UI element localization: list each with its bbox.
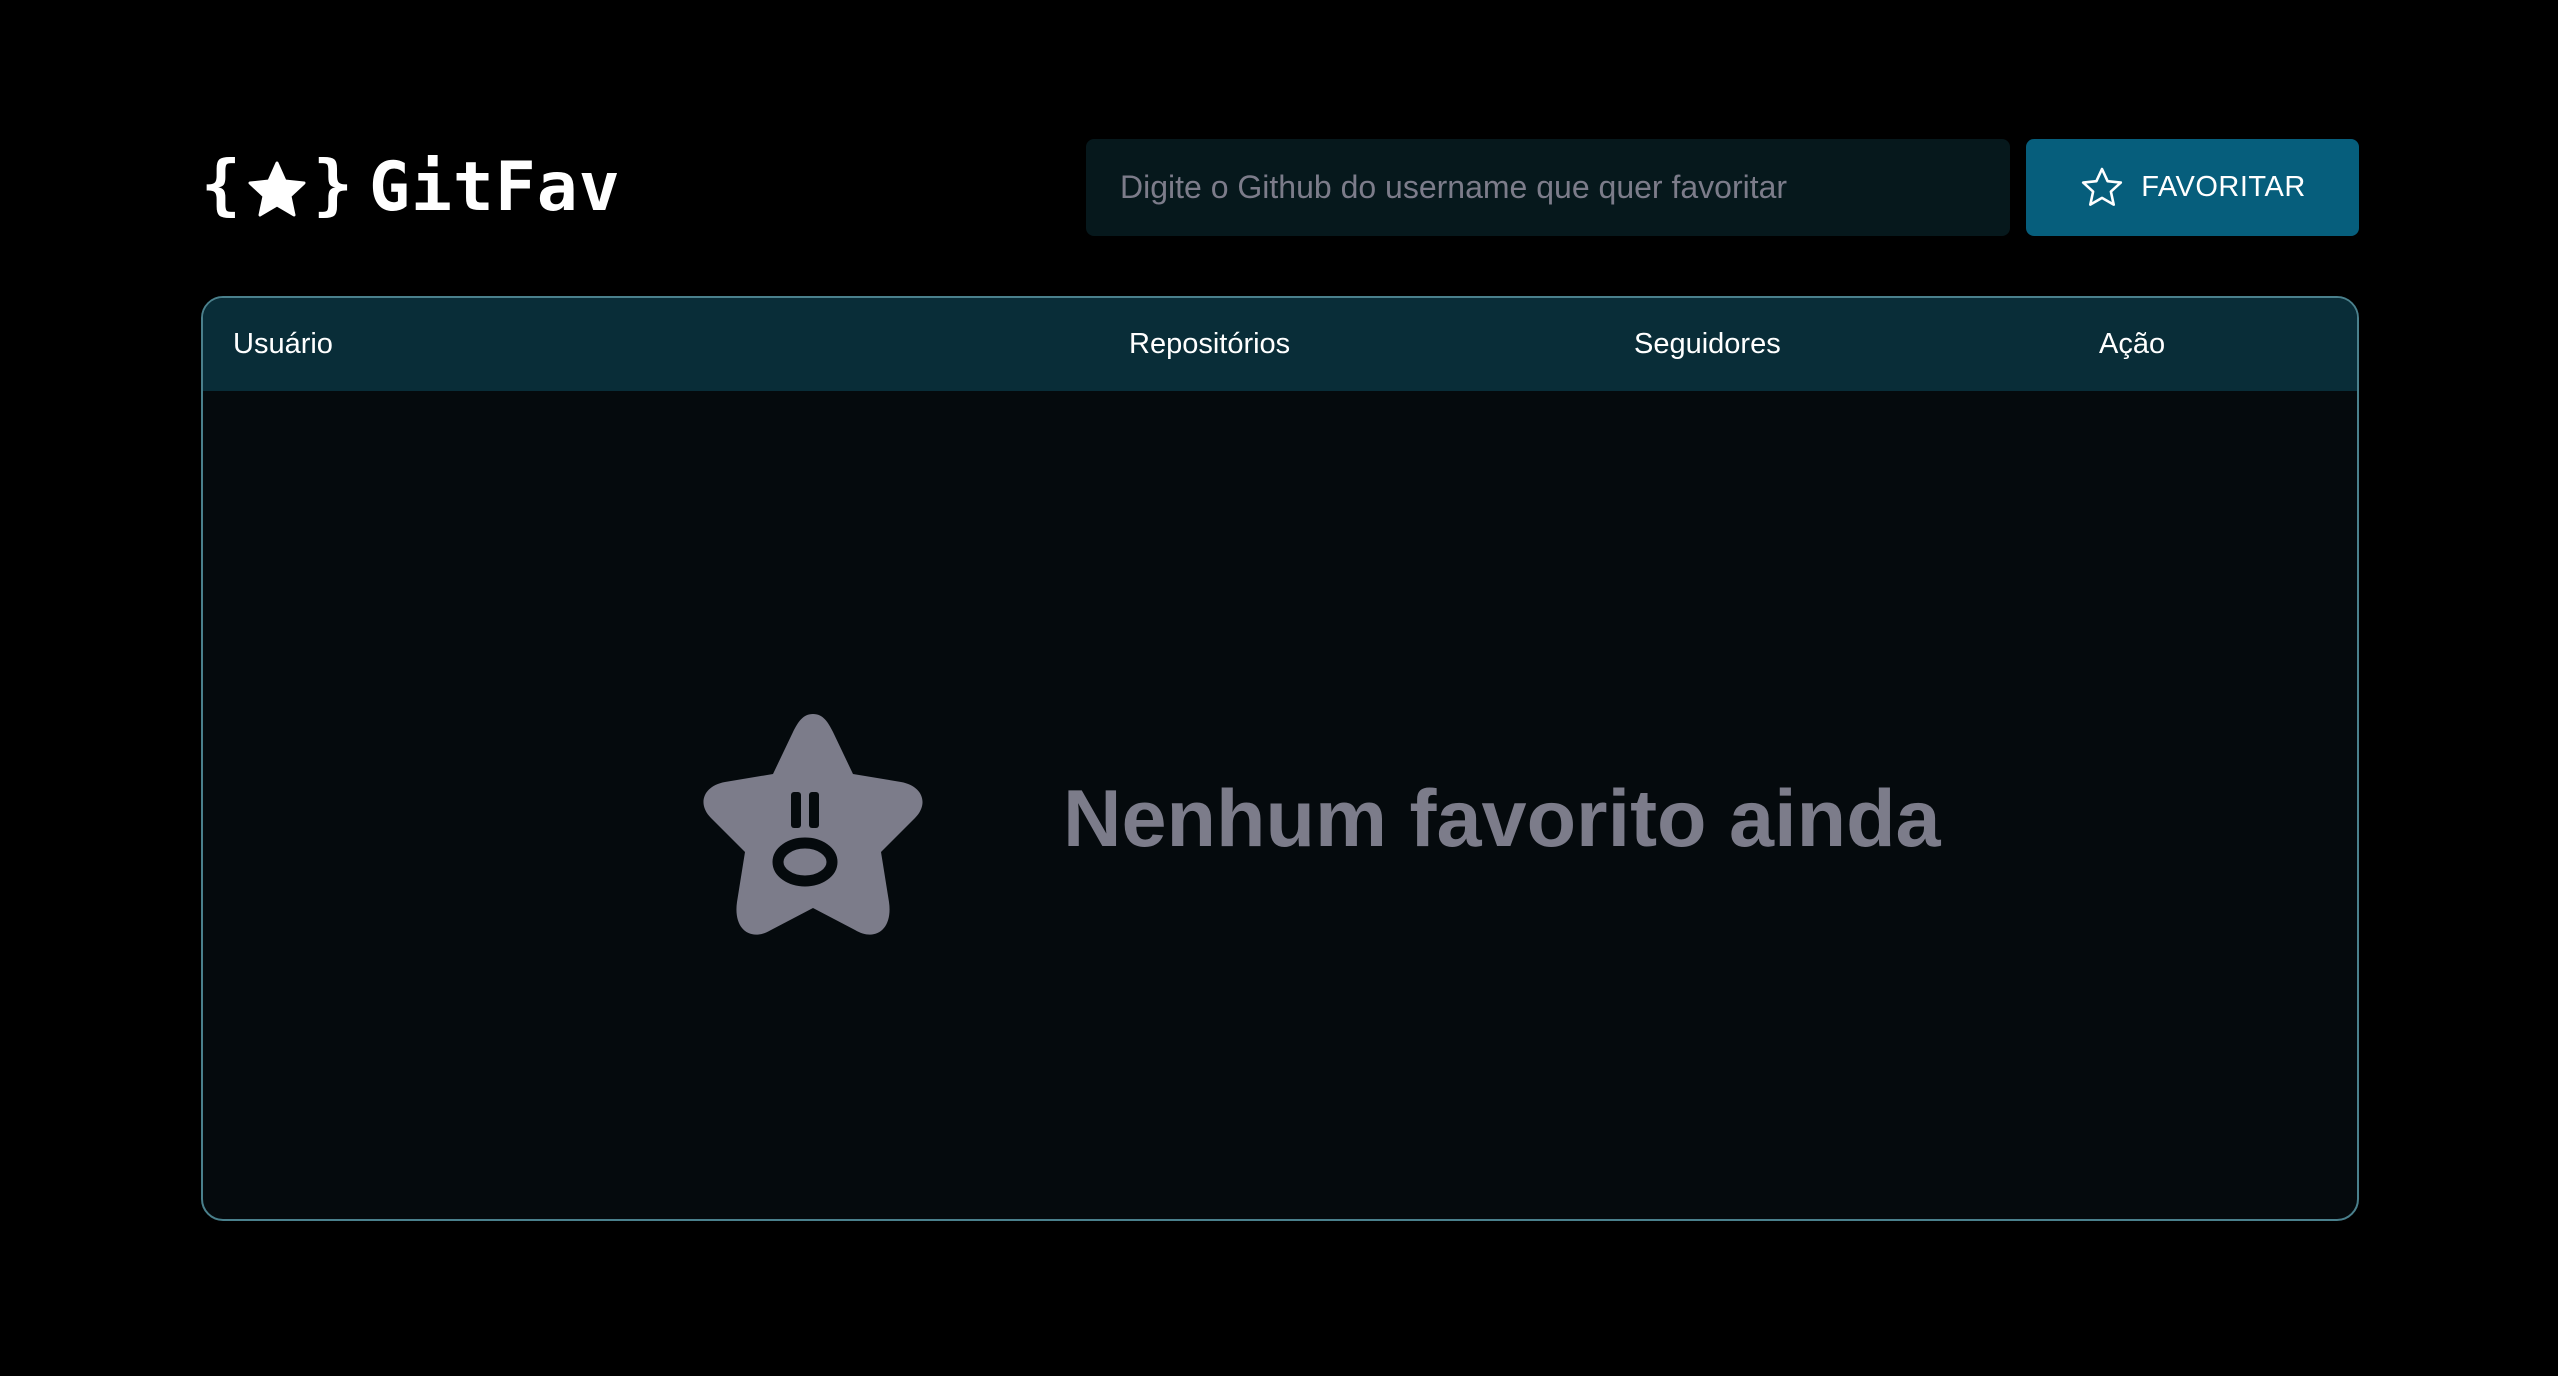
- favorite-button[interactable]: FAVORITAR: [2026, 139, 2359, 236]
- table-header: Usuário Repositórios Seguidores Ação: [203, 298, 2357, 391]
- star-outline-icon: [2082, 167, 2123, 206]
- column-header-followers: Seguidores: [1634, 328, 1781, 360]
- column-header-action: Ação: [2099, 328, 2166, 360]
- empty-state: Nenhum favorito ainda: [203, 391, 2357, 1219]
- svg-text:}: }: [313, 153, 353, 223]
- favorites-table: Usuário Repositórios Seguidores Ação Nen…: [201, 296, 2359, 1221]
- column-header-user: Usuário: [233, 328, 333, 360]
- header: { } GitFav FAVORITAR: [201, 139, 2359, 236]
- app-name: GitFav: [369, 147, 621, 227]
- empty-state-message: Nenhum favorito ainda: [1063, 774, 1941, 864]
- sad-star-icon: [703, 714, 923, 935]
- favorite-button-label: FAVORITAR: [2141, 171, 2306, 203]
- search-group: FAVORITAR: [1086, 139, 2359, 236]
- app-root: { } GitFav FAVORITAR Usuário Repositório…: [0, 0, 2558, 1376]
- username-search-input[interactable]: [1086, 139, 2010, 236]
- column-header-repositories: Repositórios: [1129, 328, 1291, 360]
- logo-star-braces-icon: { }: [201, 153, 353, 223]
- svg-text:{: {: [201, 153, 241, 223]
- logo: { } GitFav: [201, 139, 621, 236]
